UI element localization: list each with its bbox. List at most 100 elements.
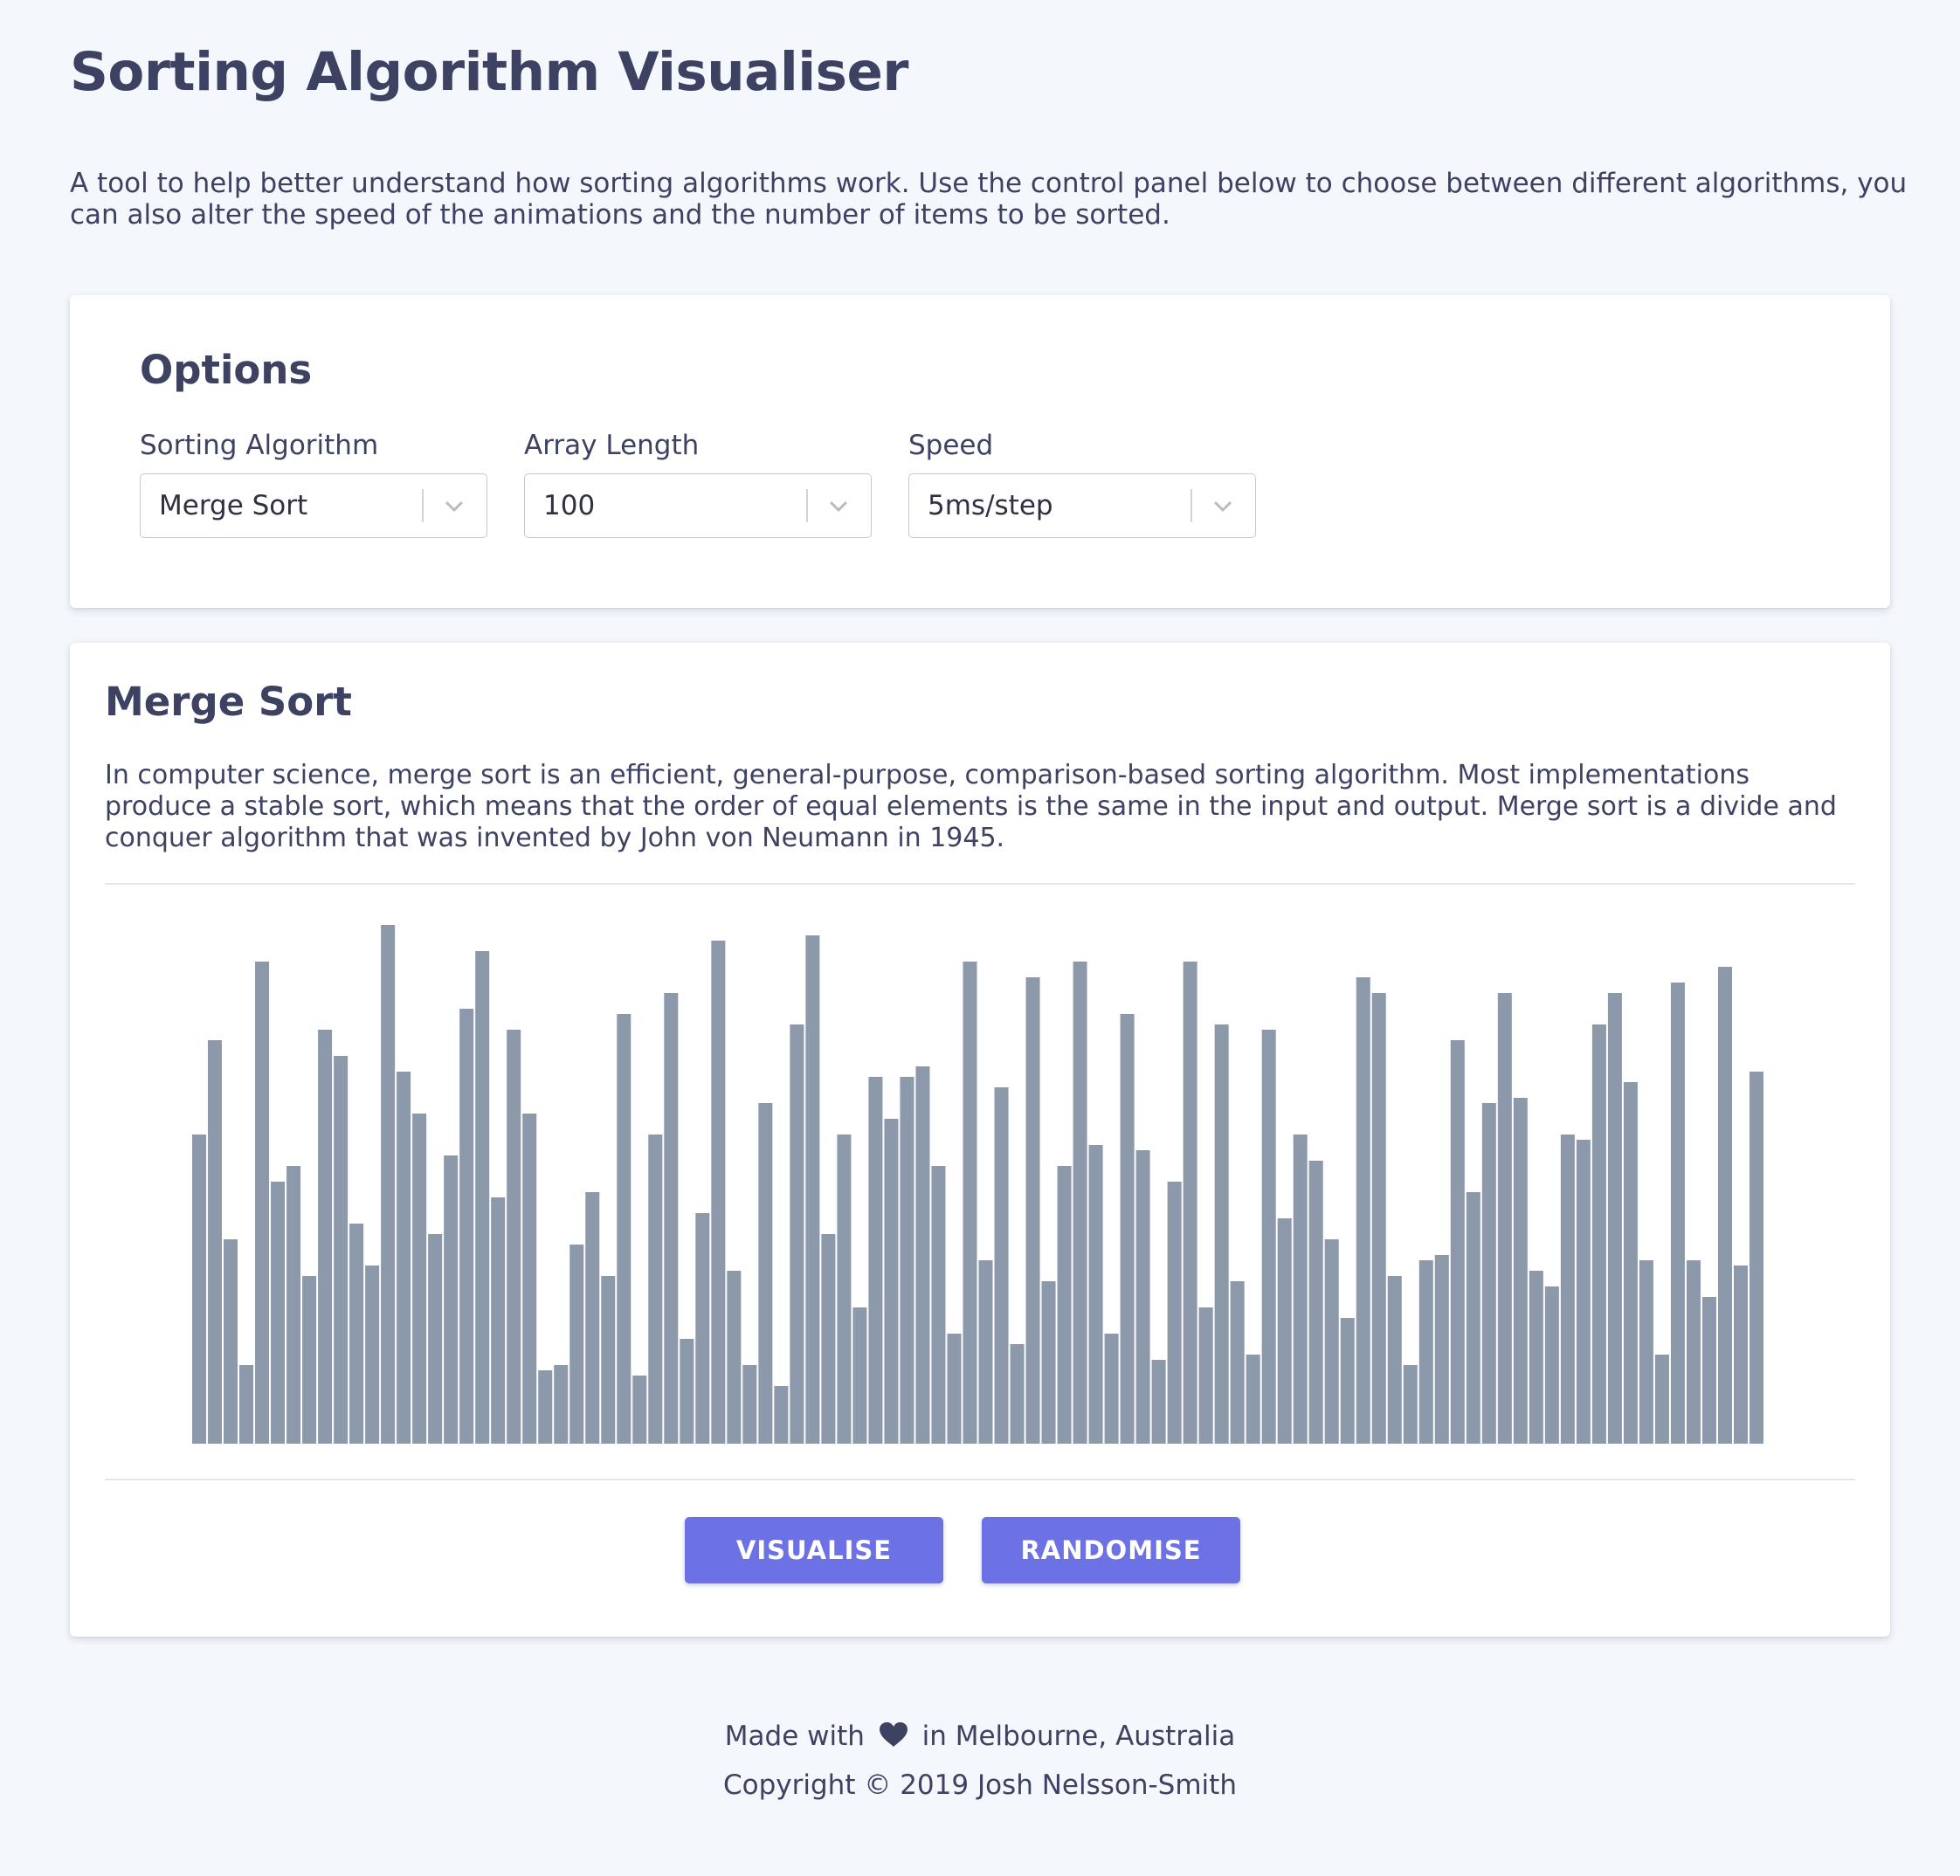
array-length-field: Array Length 100 — [524, 430, 873, 538]
array-bar — [1324, 1239, 1339, 1444]
array-bar — [318, 1030, 333, 1444]
array-bar — [1025, 977, 1040, 1444]
array-bar — [585, 1192, 600, 1444]
array-bar — [1246, 1355, 1260, 1444]
array-bar — [239, 1365, 254, 1444]
array-bar — [1214, 1024, 1229, 1444]
array-bar — [695, 1213, 710, 1444]
array-bar — [947, 1334, 962, 1444]
array-bar — [1293, 1135, 1308, 1444]
array-bar — [554, 1365, 569, 1444]
array-bar — [837, 1135, 852, 1444]
speed-value: 5ms/step — [928, 490, 1053, 521]
array-bar — [397, 1072, 411, 1444]
array-bar — [491, 1197, 506, 1444]
array-length-value: 100 — [543, 490, 596, 521]
speed-label: Speed — [908, 430, 994, 461]
array-bar — [711, 941, 726, 1444]
array-bar — [1686, 1260, 1701, 1444]
array-bar — [428, 1234, 443, 1444]
chevron-down-icon[interactable] — [1210, 493, 1236, 520]
array-bar — [852, 1307, 867, 1444]
array-bar — [790, 1024, 804, 1444]
array-bar — [271, 1182, 286, 1444]
made-with-suffix: in Melbourne, Australia — [921, 1721, 1236, 1752]
array-bar — [727, 1271, 742, 1444]
array-bar — [1073, 962, 1087, 1444]
array-bar — [1670, 983, 1685, 1444]
sorting-algorithm-select[interactable]: Merge Sort — [140, 473, 487, 538]
array-bar — [538, 1370, 553, 1444]
array-bar — [664, 993, 679, 1444]
array-bar — [1261, 1030, 1276, 1444]
array-bar — [1717, 967, 1732, 1444]
array-bar — [1733, 1266, 1748, 1444]
array-bar — [884, 1119, 899, 1444]
array-bar — [1450, 1040, 1465, 1444]
array-bar — [1167, 1182, 1182, 1444]
sorting-algorithm-value: Merge Sort — [159, 490, 308, 521]
array-length-label: Array Length — [524, 430, 700, 461]
array-bar — [255, 962, 270, 1444]
array-bar — [1104, 1334, 1119, 1444]
array-bar — [1576, 1140, 1591, 1444]
array-bar — [821, 1234, 836, 1444]
copyright: Copyright © 2019 Josh Nelsson-Smith — [723, 1769, 1237, 1801]
array-bar — [381, 925, 396, 1444]
array-bar — [1544, 1286, 1559, 1444]
randomise-button[interactable]: RANDOMISE — [982, 1517, 1240, 1583]
sorting-algorithm-field: Sorting Algorithm Merge Sort — [140, 430, 489, 538]
array-bar — [632, 1376, 647, 1444]
array-bar — [601, 1276, 616, 1444]
array-bar — [1591, 1024, 1606, 1444]
array-bar — [963, 962, 977, 1444]
array-bar — [1308, 1161, 1323, 1444]
array-bar — [1356, 977, 1370, 1444]
options-title: Options — [140, 347, 313, 393]
array-bar — [742, 1365, 757, 1444]
array-bar — [978, 1260, 993, 1444]
array-bar — [680, 1339, 694, 1444]
array-bar — [1135, 1150, 1150, 1444]
array-length-select[interactable]: 100 — [524, 473, 872, 538]
array-bar — [1340, 1318, 1355, 1444]
visualiser-card: Merge Sort In computer science, merge so… — [70, 643, 1890, 1637]
array-bar — [1057, 1166, 1072, 1444]
array-bar — [1230, 1281, 1245, 1444]
array-bar — [1151, 1360, 1166, 1444]
array-bar — [1749, 1072, 1763, 1444]
chevron-down-icon[interactable] — [825, 493, 852, 520]
array-bar — [208, 1040, 223, 1444]
array-bar — [915, 1066, 930, 1444]
array-bar — [900, 1077, 914, 1444]
array-bar — [994, 1087, 1009, 1444]
array-bar — [1639, 1260, 1653, 1444]
array-bar — [224, 1239, 238, 1444]
made-with-prefix: Made with — [724, 1721, 865, 1752]
array-bar — [1198, 1307, 1213, 1444]
speed-select[interactable]: 5ms/step — [908, 473, 1256, 538]
array-bar — [617, 1014, 631, 1444]
made-with-line: Made with in Melbourne, Australia — [0, 1712, 1960, 1761]
heart-icon — [879, 1722, 908, 1747]
sorting-algorithm-label: Sorting Algorithm — [140, 430, 379, 461]
array-bars-chart — [192, 925, 1763, 1444]
array-bar — [1513, 1098, 1528, 1444]
speed-field: Speed 5ms/step — [908, 430, 1258, 538]
array-bar — [1120, 1014, 1135, 1444]
array-bar — [507, 1030, 521, 1444]
select-separator — [1190, 489, 1192, 522]
visualise-button[interactable]: VISUALISE — [685, 1517, 943, 1583]
select-separator — [422, 489, 424, 522]
array-bar — [1088, 1145, 1103, 1444]
array-bar — [1434, 1255, 1449, 1444]
array-bar — [302, 1276, 317, 1444]
chevron-down-icon[interactable] — [441, 493, 467, 520]
array-bar — [334, 1056, 349, 1444]
footer: Made with in Melbourne, Australia Copyri… — [0, 1712, 1960, 1810]
array-bar — [475, 951, 490, 1444]
select-separator — [806, 489, 808, 522]
array-bar — [1481, 1103, 1496, 1444]
divider — [105, 1479, 1855, 1480]
page-title: Sorting Algorithm Visualiser — [70, 41, 908, 103]
